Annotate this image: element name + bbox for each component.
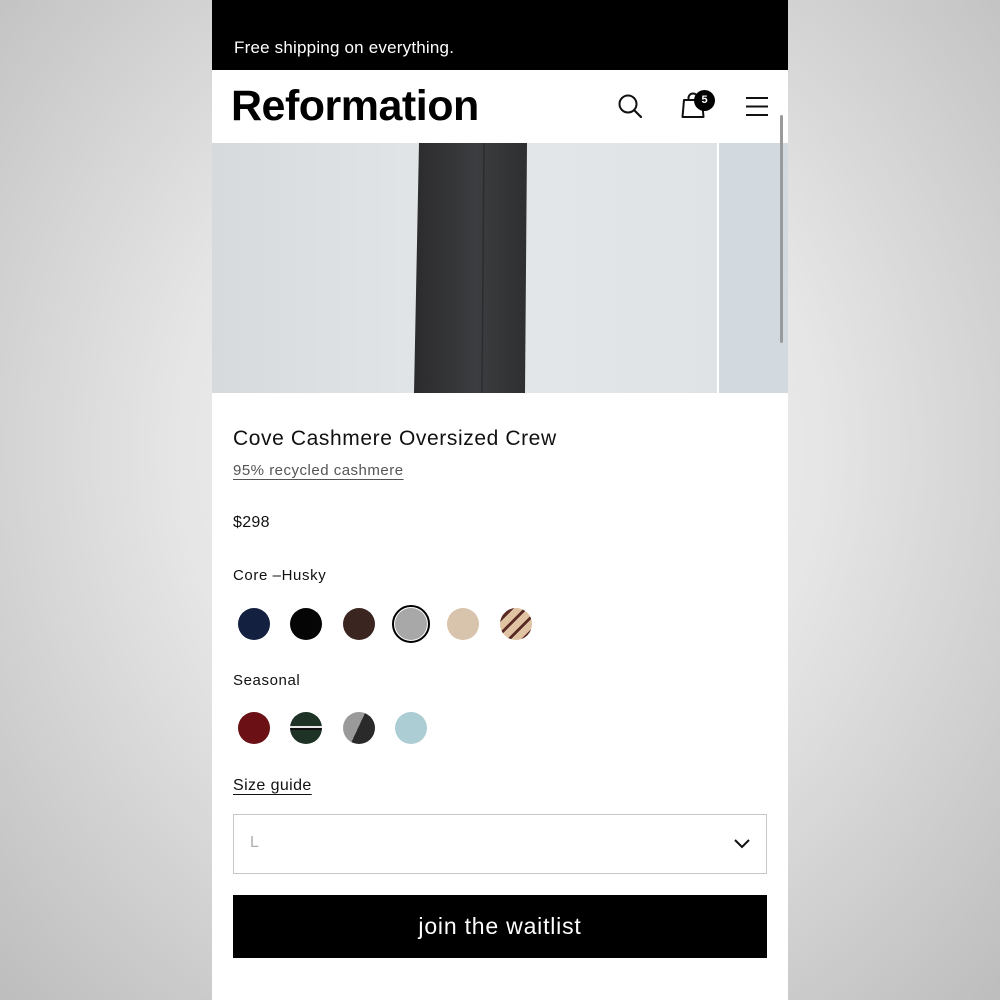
product-price: $298 — [233, 514, 270, 531]
product-title: Cove Cashmere Oversized Crew — [233, 427, 557, 450]
seasonal-color-label: Seasonal — [233, 672, 301, 689]
color-swatch-forest-stripe[interactable] — [290, 712, 322, 744]
promo-text: Free shipping on everything. — [234, 38, 455, 57]
size-select-value: L — [250, 834, 259, 851]
color-swatch-husky-grey[interactable] — [395, 608, 427, 640]
product-image-gallery[interactable] — [212, 143, 788, 393]
color-swatch-oatmeal[interactable] — [447, 608, 479, 640]
cart-count-badge: 5 — [694, 90, 715, 111]
brand-logo[interactable]: Reformation — [231, 82, 479, 131]
color-swatch-burgundy[interactable] — [238, 712, 270, 744]
size-guide-link[interactable]: Size guide — [233, 777, 312, 795]
color-swatch-oatmeal-stripe[interactable] — [500, 608, 532, 640]
scrollbar[interactable] — [780, 115, 783, 343]
color-swatch-navy[interactable] — [238, 608, 270, 640]
promo-banner: Free shipping on everything. — [212, 0, 788, 70]
color-swatch-brown[interactable] — [343, 608, 375, 640]
material-link[interactable]: 95% recycled cashmere — [233, 462, 404, 479]
product-photo — [212, 143, 788, 393]
chevron-down-icon — [734, 839, 750, 849]
core-color-label: Core –Husky — [233, 567, 327, 584]
site-header: Reformation 5 — [212, 70, 788, 143]
hamburger-menu-icon[interactable] — [742, 92, 772, 122]
color-swatch-charcoal-argyle[interactable] — [343, 712, 375, 744]
join-waitlist-button[interactable]: join the waitlist — [233, 895, 767, 958]
size-select[interactable]: L — [233, 814, 767, 874]
color-swatch-light-blue[interactable] — [395, 712, 427, 744]
search-icon[interactable] — [616, 92, 646, 122]
color-swatch-black[interactable] — [290, 608, 322, 640]
product-page: Free shipping on everything. Reformation… — [212, 0, 788, 1000]
